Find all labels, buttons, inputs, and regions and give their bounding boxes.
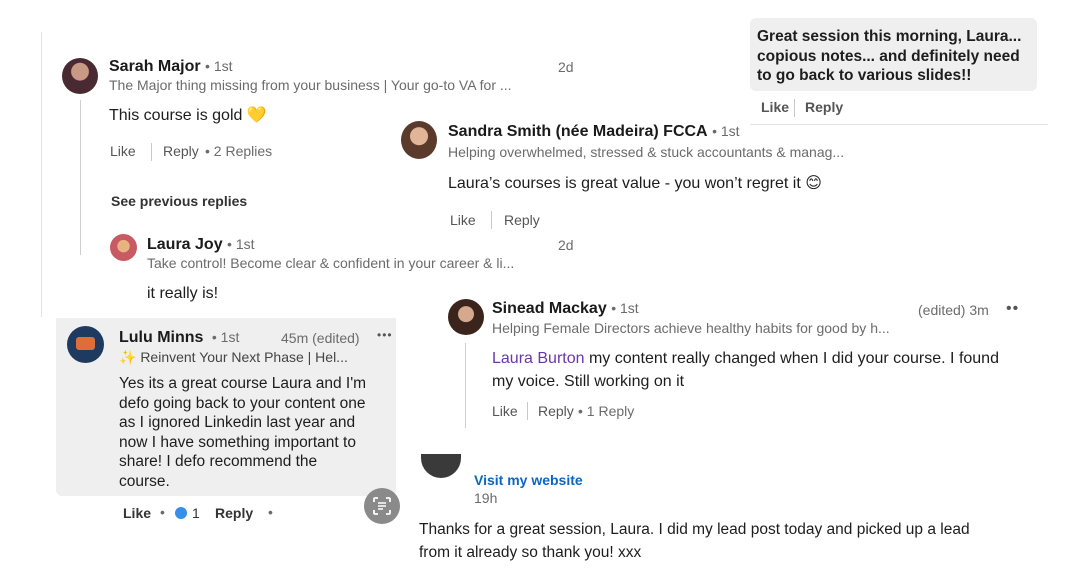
- like-button[interactable]: Like: [110, 143, 136, 159]
- author-headline: ✨ Reinvent Your Next Phase | Hel...: [119, 349, 348, 365]
- divider: [750, 124, 1048, 125]
- author-name[interactable]: Laura Joy: [147, 236, 223, 253]
- avatar[interactable]: [448, 299, 484, 335]
- reply-button[interactable]: Reply: [538, 403, 574, 419]
- sarah-name-row: Sarah Major • 1st: [109, 58, 233, 76]
- separator-dot: •: [160, 504, 165, 520]
- mention-link[interactable]: Laura Burton: [492, 350, 585, 367]
- top-right-like-button[interactable]: Like: [761, 99, 789, 115]
- frame-edge: [41, 32, 42, 317]
- connection-degree: • 1st: [205, 58, 233, 74]
- lulu-name-row: Lulu Minns • 1st: [119, 329, 239, 347]
- comment-text: This course is gold 💛: [109, 107, 267, 124]
- reply-button[interactable]: Reply: [163, 143, 199, 159]
- author-name[interactable]: Lulu Minns: [119, 329, 203, 346]
- connection-degree: • 1st: [611, 300, 639, 316]
- comment-text: Laura’s courses is great value - you won…: [448, 175, 822, 192]
- comment-text: Yes its a great course Laura and I'm def…: [119, 375, 367, 490]
- avatar[interactable]: [67, 326, 104, 363]
- comment-time: 45m (edited): [281, 330, 360, 346]
- reply-button[interactable]: Reply: [504, 212, 540, 228]
- reply-button[interactable]: Reply: [215, 505, 253, 521]
- sandra-name-row: Sandra Smith (née Madeira) FCCA • 1st: [448, 123, 740, 141]
- avatar[interactable]: [62, 58, 98, 94]
- scan-text-icon[interactable]: [364, 488, 400, 524]
- divider: [151, 143, 152, 161]
- laura-joy-name-row: Laura Joy • 1st: [147, 236, 255, 254]
- visit-website-link[interactable]: Visit my website: [474, 472, 583, 488]
- comment-text: Laura Burton my content really changed w…: [492, 350, 999, 390]
- top-right-reply-button[interactable]: Reply: [805, 99, 843, 115]
- thread-line: [80, 100, 81, 255]
- like-button[interactable]: Like: [450, 212, 476, 228]
- top-right-comment-text: Great session this morning, Laura... cop…: [757, 28, 1022, 84]
- avatar-badge: [76, 337, 95, 350]
- separator-dot: •: [268, 504, 273, 520]
- author-name[interactable]: Sandra Smith (née Madeira) FCCA: [448, 123, 708, 140]
- like-button[interactable]: Like: [492, 403, 518, 419]
- comment-text: Thanks for a great session, Laura. I did…: [419, 521, 970, 561]
- like-button[interactable]: Like: [123, 505, 151, 521]
- more-options-icon[interactable]: ••: [1006, 300, 1019, 318]
- avatar[interactable]: [110, 234, 137, 261]
- comment-time: 19h: [474, 490, 498, 506]
- scan-glyph-icon: [373, 497, 391, 515]
- author-name[interactable]: Sarah Major: [109, 58, 201, 75]
- connection-degree: • 1st: [712, 123, 740, 139]
- connection-degree: • 1st: [227, 236, 255, 252]
- reaction-count: 1: [192, 505, 200, 521]
- author-headline: Helping overwhelmed, stressed & stuck ac…: [448, 144, 845, 160]
- divider: [794, 99, 795, 117]
- divider: [491, 211, 492, 229]
- author-headline: The Major thing missing from your busine…: [109, 77, 512, 93]
- connection-degree: • 1st: [211, 329, 240, 345]
- avatar[interactable]: [421, 454, 461, 478]
- comment-time: (edited) 3m: [918, 302, 989, 318]
- author-headline: Take control! Become clear & confident i…: [147, 255, 515, 271]
- comment-time: 2d: [558, 59, 574, 75]
- thread-line: [465, 343, 466, 428]
- sinead-name-row: Sinead Mackay • 1st: [492, 300, 639, 318]
- more-options-icon[interactable]: •••: [377, 328, 393, 342]
- avatar[interactable]: [401, 121, 437, 159]
- like-reaction-icon[interactable]: [174, 506, 188, 520]
- comment-time: 2d: [558, 237, 574, 253]
- divider: [527, 402, 528, 420]
- see-previous-replies-link[interactable]: See previous replies: [111, 193, 247, 209]
- author-headline: Helping Female Directors achieve healthy…: [492, 320, 890, 336]
- replies-count[interactable]: • 2 Replies: [205, 143, 272, 159]
- author-name[interactable]: Sinead Mackay: [492, 300, 607, 317]
- comment-text: it really is!: [147, 285, 219, 302]
- replies-count[interactable]: • 1 Reply: [578, 403, 634, 419]
